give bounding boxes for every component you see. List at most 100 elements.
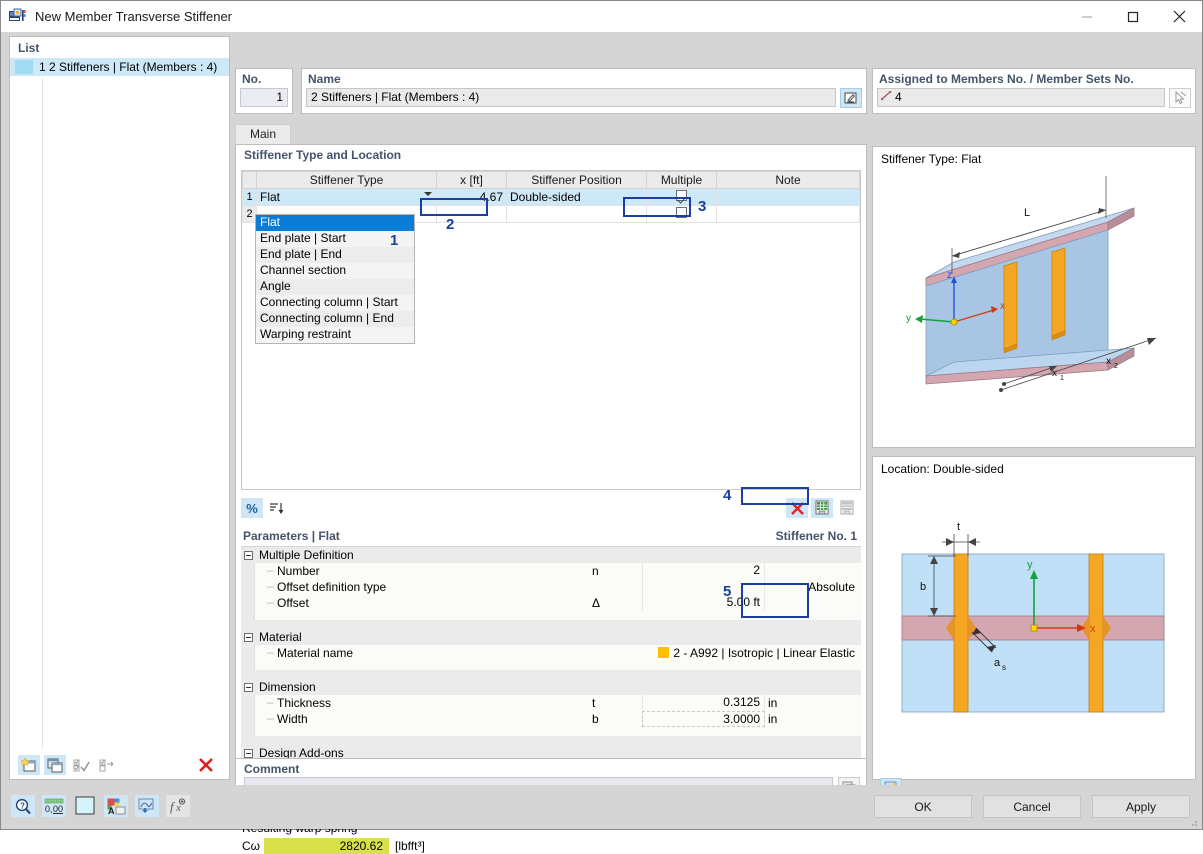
new-item-button[interactable] (18, 755, 40, 775)
maximize-button[interactable] (1110, 1, 1156, 32)
invert-selection-button[interactable] (96, 755, 118, 775)
info-button[interactable]: ? (11, 795, 35, 817)
col-x[interactable]: x [ft] (436, 171, 507, 189)
multiple-checkbox[interactable] (676, 190, 687, 201)
param-gutter (241, 579, 255, 595)
callout-5: 5 (723, 583, 732, 600)
col-stiffener-position[interactable]: Stiffener Position (506, 171, 647, 189)
collapse-icon[interactable] (241, 682, 255, 692)
title-bar: New Member Transverse Stiffener (1, 1, 1202, 32)
param-gutter (241, 563, 255, 579)
offset-value-field[interactable]: 5.00 ft (642, 595, 765, 611)
param-group-material[interactable]: Material (241, 629, 861, 645)
close-button[interactable] (1156, 1, 1202, 32)
chevron-down-icon[interactable] (424, 192, 432, 196)
assigned-input[interactable]: 4 (877, 88, 1165, 107)
param-spacer (241, 661, 861, 670)
material-value[interactable]: 2 - A992 | Isotropic | Linear Elastic (642, 646, 861, 660)
ok-button[interactable]: OK (874, 795, 972, 818)
apply-button[interactable]: Apply (1092, 795, 1190, 818)
param-value[interactable]: 2 (642, 563, 765, 579)
thickness-value-field[interactable]: 0.3125 (642, 695, 765, 711)
callout-2: 2 (446, 216, 455, 233)
sort-button[interactable] (266, 498, 288, 518)
param-group-label: Dimension (259, 680, 316, 694)
dropdown-option-end-plate-end[interactable]: End plate | End (256, 247, 414, 263)
table-corner (242, 171, 257, 189)
svg-text:a: a (994, 657, 1001, 669)
units-button[interactable]: 0, 00 (42, 795, 66, 817)
footer-toolbar: ? 0, 00 A f x (11, 795, 197, 817)
collapse-icon[interactable] (241, 748, 255, 758)
param-symbol: n (592, 564, 599, 578)
name-input[interactable]: 2 Stiffeners | Flat (Members : 4) (306, 88, 836, 107)
col-multiple[interactable]: Multiple (646, 171, 717, 189)
list-item[interactable]: 1 2 Stiffeners | Flat (Members : 4) (10, 58, 229, 76)
minimize-button[interactable] (1064, 1, 1110, 32)
param-group-multiple-definition[interactable]: Multiple Definition (241, 547, 861, 563)
resize-grip[interactable] (1189, 817, 1199, 827)
width-value-field[interactable]: 3.0000 (642, 711, 765, 727)
svg-text:x: x (1106, 356, 1111, 367)
table-toolbar-right (786, 498, 861, 518)
param-label: Width (255, 711, 590, 726)
cell-stiffener-position[interactable]: Double-sided (506, 188, 647, 206)
dropdown-option-angle[interactable]: Angle (256, 279, 414, 295)
param-row-offset[interactable]: Offset Δ 5.00 ft (241, 595, 861, 611)
formula-button[interactable]: f x (166, 795, 190, 817)
delete-row-button[interactable] (786, 498, 808, 518)
display-properties-button[interactable]: A (104, 795, 128, 817)
dropdown-option-warping-restraint[interactable]: Warping restraint (256, 327, 414, 343)
dropdown-option-connecting-column-start[interactable]: Connecting column | Start (256, 295, 414, 311)
svg-text:x: x (1090, 623, 1096, 635)
param-row-thickness[interactable]: Thickness t 0.3125 in (241, 695, 861, 711)
col-note[interactable]: Note (716, 171, 860, 189)
multiple-checkbox[interactable] (676, 207, 687, 218)
svg-text:2: 2 (1114, 363, 1118, 370)
tab-main[interactable]: Main (235, 124, 292, 144)
select-all-button[interactable] (70, 755, 92, 775)
edit-pencil-icon[interactable] (840, 88, 862, 108)
cell-note[interactable] (716, 205, 860, 223)
window-title: New Member Transverse Stiffener (35, 9, 232, 24)
callout-1: 1 (390, 232, 399, 249)
param-label: Offset definition type (255, 579, 590, 594)
delete-item-button[interactable] (195, 755, 217, 775)
parameters-header: Parameters | Flat Stiffener No. 1 (241, 527, 861, 546)
col-stiffener-type[interactable]: Stiffener Type (256, 171, 437, 189)
import-excel-button[interactable] (811, 498, 833, 518)
collapse-icon[interactable] (241, 632, 255, 642)
param-unit: Absolute (808, 580, 855, 594)
cell-stiffener-position[interactable] (506, 205, 647, 223)
dropdown-option-flat[interactable]: Flat (256, 215, 414, 231)
table-toolbar: % (241, 495, 861, 521)
dropdown-option-channel-section[interactable]: Channel section (256, 263, 414, 279)
cell-x[interactable]: 4.67 (436, 188, 507, 206)
param-value[interactable] (642, 579, 765, 595)
param-row-material-name[interactable]: Material name 2 - A992 | Isotropic | Lin… (241, 645, 861, 661)
param-row-width[interactable]: Width b 3.0000 in (241, 711, 861, 727)
list-panel: List 1 2 Stiffeners | Flat (Members : 4) (9, 36, 230, 780)
cancel-button[interactable]: Cancel (983, 795, 1081, 818)
param-group-dimension[interactable]: Dimension (241, 679, 861, 695)
cell-stiffener-type[interactable]: Flat (256, 188, 437, 206)
table-row[interactable]: 1 Flat 4.67 Double-sided (242, 188, 860, 206)
copy-item-button[interactable] (44, 755, 66, 775)
param-label: Material name (255, 645, 590, 660)
visibility-button[interactable] (135, 795, 159, 817)
number-field[interactable]: 1 (240, 88, 288, 107)
color-button[interactable] (73, 795, 97, 817)
assigned-row: 4 (877, 88, 1191, 108)
export-excel-button[interactable] (836, 498, 858, 518)
param-gutter (241, 695, 255, 711)
dropdown-option-connecting-column-end[interactable]: Connecting column | End (256, 311, 414, 327)
pick-cursor-icon[interactable] (1169, 88, 1191, 108)
cell-note[interactable] (716, 188, 860, 206)
warp-spring-unit: [lbfft³] (395, 839, 425, 853)
param-row-offset-definition-type[interactable]: Offset definition type Absolute (241, 579, 861, 595)
percent-button[interactable]: % (241, 498, 263, 518)
collapse-icon[interactable] (241, 550, 255, 560)
param-row-number[interactable]: Number n 2 (241, 563, 861, 579)
svg-text:L: L (1024, 207, 1030, 219)
row-number: 1 (242, 188, 257, 206)
